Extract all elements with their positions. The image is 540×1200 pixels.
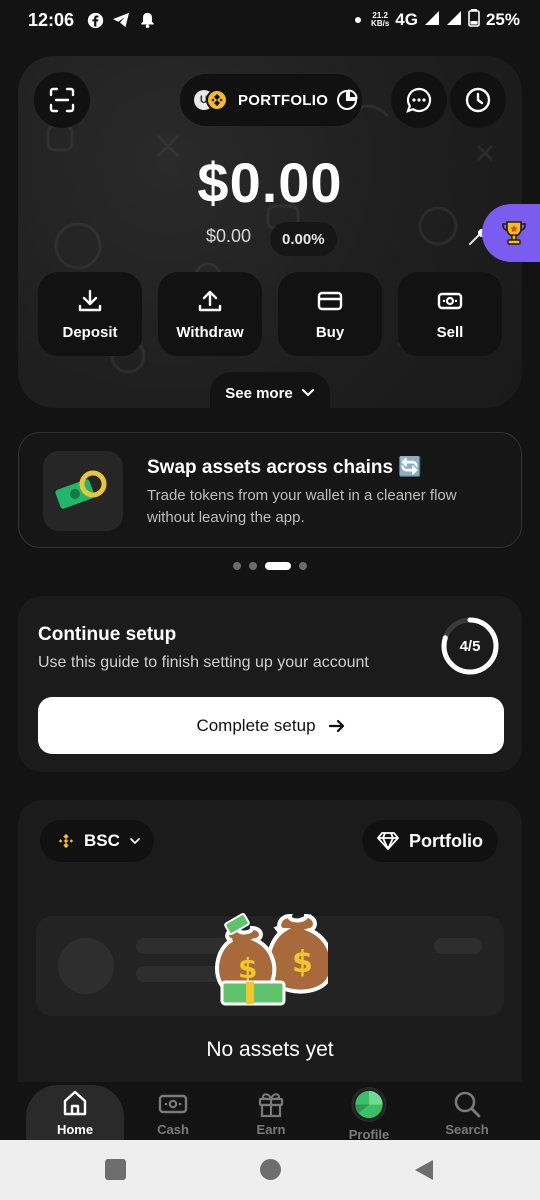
facebook-icon — [86, 11, 104, 29]
scan-icon — [49, 87, 75, 113]
svg-text:$: $ — [292, 945, 313, 980]
placeholder-avatar — [58, 938, 114, 994]
back-button[interactable] — [413, 1158, 435, 1182]
money-bags-illustration: $ $ — [215, 913, 328, 1006]
pie-chart-icon — [337, 89, 358, 110]
withdraw-button[interactable]: Withdraw — [158, 272, 262, 356]
battery-percent: 25% — [485, 10, 520, 29]
svg-text:$: $ — [238, 952, 257, 985]
status-bar: 12:06 21.2 KB/s 4G 25% — [0, 0, 540, 40]
network-type: 4G — [395, 10, 418, 29]
total-balance: $0.00 — [197, 151, 343, 214]
status-time: 12:06 — [28, 9, 75, 30]
complete-setup-label: Complete setup — [196, 715, 316, 735]
network-speed: 21.2 KB/s — [371, 12, 389, 28]
promo-thumbnail — [43, 451, 123, 531]
buy-label: Buy — [315, 323, 345, 341]
cash-icon — [158, 1094, 188, 1114]
secondary-balance: $0.00 — [206, 226, 252, 246]
arrow-right-icon — [328, 719, 344, 732]
chat-button[interactable] — [391, 72, 447, 128]
portfolio-button[interactable]: Portfolio — [362, 820, 498, 862]
empty-state-text: No assets yet — [206, 1038, 334, 1061]
portfolio-button-label: Portfolio — [409, 830, 483, 851]
chevron-down-icon — [301, 389, 314, 397]
trophy-icon — [502, 221, 526, 245]
banner-title: Swap assets across chains 🔄 — [147, 457, 423, 478]
gift-icon — [258, 1093, 284, 1118]
see-more-label: See more — [225, 384, 293, 402]
recent-apps-button[interactable] — [105, 1159, 126, 1180]
history-button[interactable] — [450, 72, 506, 128]
chat-icon — [406, 87, 432, 113]
banner-description: Trade tokens from your wallet in a clean… — [147, 487, 457, 526]
chain-selector[interactable]: BSC — [40, 820, 154, 862]
avatar-icon — [351, 1086, 387, 1123]
clock-icon — [465, 87, 491, 113]
nav-earn-label: Earn — [256, 1122, 286, 1137]
carousel-dot-active[interactable] — [265, 562, 291, 570]
portfolio-selector[interactable]: U PORTFOLIO — [180, 74, 362, 126]
nav-search[interactable]: Search — [418, 1090, 516, 1146]
buy-button[interactable]: Buy — [278, 272, 382, 356]
home-icon — [63, 1090, 87, 1116]
setup-progress-label: 4/5 — [459, 637, 481, 655]
placeholder-line — [136, 966, 226, 982]
scan-button[interactable] — [34, 72, 90, 128]
battery-icon — [468, 8, 480, 32]
deposit-button[interactable]: Deposit — [38, 272, 142, 356]
sell-label: Sell — [436, 323, 464, 341]
signal-icon — [424, 10, 440, 31]
chain-label: BSC — [84, 831, 120, 850]
change-percent-badge: 0.00% — [270, 222, 337, 256]
carousel-indicator — [0, 562, 540, 570]
download-icon — [78, 289, 102, 311]
carousel-dot[interactable] — [249, 562, 257, 570]
system-navigation-bar — [0, 1140, 540, 1200]
portfolio-card: U PORTFOLIO $0.00 $0.00 0.00% Deposit Wi… — [18, 56, 522, 408]
nav-cash-label: Cash — [157, 1122, 189, 1137]
placeholder-line — [434, 938, 482, 954]
notification-bell-icon — [138, 11, 156, 29]
home-system-button[interactable] — [260, 1159, 281, 1180]
telegram-icon — [112, 11, 130, 29]
nav-earn[interactable]: Earn — [222, 1090, 320, 1146]
see-more-button[interactable]: See more — [210, 372, 330, 408]
bnb-chain-icon — [58, 833, 74, 849]
nav-cash[interactable]: Cash — [124, 1090, 222, 1146]
card-icon — [317, 291, 343, 310]
coin-stack-icon: U — [194, 88, 230, 112]
speed-unit: KB/s — [371, 19, 390, 28]
search-icon — [454, 1091, 481, 1118]
deposit-label: Deposit — [62, 323, 118, 341]
signal-icon-2 — [446, 10, 462, 31]
setup-title: Continue setup — [38, 624, 177, 645]
swap-promo-banner[interactable]: Swap assets across chains 🔄 Trade tokens… — [18, 432, 522, 548]
carousel-dot[interactable] — [233, 562, 241, 570]
withdraw-label: Withdraw — [176, 323, 244, 341]
bnb-coin-icon — [206, 89, 228, 111]
portfolio-label: PORTFOLIO — [238, 91, 329, 109]
nav-profile[interactable]: Profile — [320, 1086, 418, 1142]
nav-search-label: Search — [445, 1122, 489, 1137]
diamond-icon — [377, 832, 399, 850]
nav-home-label: Home — [56, 1122, 94, 1137]
complete-setup-button[interactable]: Complete setup — [38, 697, 504, 754]
status-dot-icon — [355, 17, 362, 23]
bottom-navigation: Home Cash Earn Profile Search — [0, 1082, 540, 1149]
chevron-down-icon — [130, 838, 140, 845]
sell-button[interactable]: Sell — [398, 272, 502, 356]
money-ring-icon — [55, 470, 107, 509]
rewards-tab[interactable] — [482, 204, 540, 262]
cash-icon — [437, 292, 463, 309]
nav-home[interactable]: Home — [26, 1088, 124, 1144]
upload-icon — [198, 290, 222, 311]
carousel-dot[interactable] — [299, 562, 307, 570]
setup-description: Use this guide to finish setting up your… — [38, 654, 369, 671]
setup-card: Continue setup Use this guide to finish … — [18, 596, 522, 772]
